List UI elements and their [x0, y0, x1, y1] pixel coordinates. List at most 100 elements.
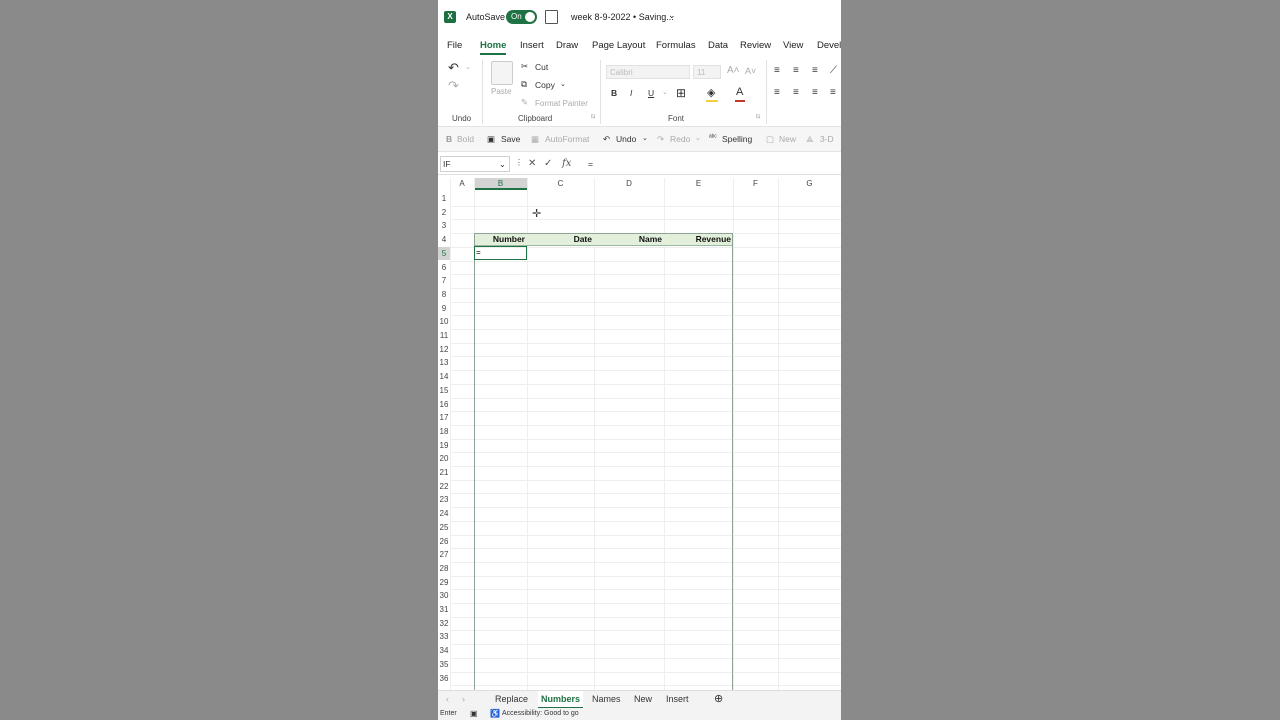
save-icon[interactable]: ▣ [487, 134, 495, 145]
dialog-launcher-icon[interactable]: ⧅ [591, 113, 595, 121]
column-header-f[interactable]: F [733, 178, 778, 190]
cut-button[interactable]: Cut [535, 62, 548, 72]
borders-icon[interactable]: ⊞ [676, 86, 686, 100]
row-header-27[interactable]: 27 [438, 548, 450, 562]
qat-spelling-button[interactable]: Spelling [722, 134, 752, 144]
row-header-24[interactable]: 24 [438, 507, 450, 521]
sheet-tab-new[interactable]: New [634, 694, 652, 704]
row-header-5[interactable]: 5 [438, 246, 450, 261]
italic-button[interactable]: I [630, 88, 632, 98]
row-header-18[interactable]: 18 [438, 425, 450, 439]
column-header-g[interactable]: G [778, 178, 841, 190]
row-header-9[interactable]: 9 [438, 302, 450, 316]
copy-icon[interactable]: ⧉ [521, 79, 527, 90]
shrink-font-icon[interactable]: A˅ [745, 66, 756, 76]
row-header-32[interactable]: 32 [438, 617, 450, 631]
row-header-4[interactable]: 4 [438, 233, 450, 247]
font-name-select[interactable]: Calibri [606, 65, 690, 79]
autoformat-icon[interactable]: ▦ [531, 134, 539, 145]
undo-icon[interactable]: ↶ [448, 60, 459, 76]
accessibility-icon[interactable]: ♿ [490, 709, 500, 718]
file-title[interactable]: week 8-9-2022 • Saving... [571, 12, 674, 22]
more-icon[interactable]: ⋮ [515, 158, 523, 167]
tab-formulas[interactable]: Formulas [656, 40, 696, 51]
chevron-down-icon[interactable]: ⌄ [560, 80, 566, 88]
align-left-icon[interactable]: ≡ [774, 87, 780, 98]
redo-icon[interactable]: ↷ [657, 134, 664, 145]
align-top-icon[interactable]: ≡ [774, 65, 780, 76]
grow-font-icon[interactable]: A˄ [727, 65, 740, 76]
row-header-34[interactable]: 34 [438, 644, 450, 658]
bold-icon[interactable]: B [446, 134, 452, 144]
row-header-11[interactable]: 11 [438, 329, 450, 343]
row-header-14[interactable]: 14 [438, 370, 450, 384]
column-header-e[interactable]: E [664, 178, 733, 190]
add-sheet-icon[interactable]: ⊕ [714, 692, 723, 705]
sheet-tab-insert[interactable]: Insert [666, 694, 689, 704]
qat-redo-button[interactable]: Redo [670, 134, 690, 144]
row-header-15[interactable]: 15 [438, 384, 450, 398]
chevron-down-icon[interactable]: ⌄ [695, 134, 701, 142]
row-header-20[interactable]: 20 [438, 452, 450, 466]
qat-bold-button[interactable]: Bold [457, 134, 474, 144]
row-header-22[interactable]: 22 [438, 480, 450, 494]
align-bottom-icon[interactable]: ≡ [812, 65, 818, 76]
cut-icon[interactable]: ✂ [521, 61, 528, 72]
align-center-icon[interactable]: ≡ [793, 87, 799, 98]
row-header-2[interactable]: 2 [438, 206, 450, 220]
indent-icon[interactable]: ≡ [830, 87, 836, 98]
format-painter-button[interactable]: Format Painter [535, 99, 588, 108]
qat-new-button[interactable]: New [779, 134, 796, 144]
bold-button[interactable]: B [611, 88, 617, 98]
row-header-21[interactable]: 21 [438, 466, 450, 480]
tab-insert[interactable]: Insert [520, 40, 544, 51]
threed-icon[interactable]: ⟁ [806, 134, 814, 145]
row-header-12[interactable]: 12 [438, 343, 450, 357]
row-header-6[interactable]: 6 [438, 261, 450, 275]
qat-3d-button[interactable]: 3-D [820, 134, 834, 144]
row-header-25[interactable]: 25 [438, 521, 450, 535]
worksheet-grid[interactable]: A B C D E F G 1 2 3 4 5 6 7 8 9 10 11 12 13 14 15 16 17 18 19 20 21… [438, 178, 841, 690]
row-header-33[interactable]: 33 [438, 630, 450, 644]
row-header-31[interactable]: 31 [438, 603, 450, 617]
chevron-down-icon[interactable]: ⌄ [499, 157, 506, 171]
row-header-10[interactable]: 10 [438, 315, 450, 329]
tab-view[interactable]: View [783, 40, 803, 51]
tab-data[interactable]: Data [708, 40, 728, 51]
active-cell[interactable]: = [474, 246, 527, 260]
spelling-icon[interactable]: ᵃᵇᶜ [709, 134, 717, 141]
tab-home[interactable]: Home [480, 40, 507, 55]
table-header-date[interactable]: Date [527, 233, 594, 246]
row-header-35[interactable]: 35 [438, 658, 450, 672]
underline-button[interactable]: U [648, 88, 654, 98]
copy-button[interactable]: Copy [535, 80, 555, 90]
chevron-down-icon[interactable]: ⌄ [662, 88, 668, 96]
row-header-8[interactable]: 8 [438, 288, 450, 302]
tab-review[interactable]: Review [740, 40, 771, 51]
chevron-down-icon[interactable]: ⌄ [668, 10, 676, 21]
row-header-19[interactable]: 19 [438, 439, 450, 453]
row-header-26[interactable]: 26 [438, 535, 450, 549]
qat-undo-button[interactable]: Undo [616, 134, 636, 144]
tab-page-layout[interactable]: Page Layout [592, 40, 645, 51]
row-header-13[interactable]: 13 [438, 356, 450, 370]
enter-icon[interactable]: ✓ [544, 158, 552, 169]
insert-function-icon[interactable]: fx [562, 158, 571, 169]
row-header-7[interactable]: 7 [438, 274, 450, 288]
table-header-revenue[interactable]: Revenue [664, 233, 733, 246]
font-color-icon[interactable]: A [736, 86, 743, 98]
fill-color-icon[interactable]: ◈ [707, 86, 715, 99]
chevron-down-icon[interactable]: ⌄ [465, 63, 471, 71]
qat-autoformat-button[interactable]: AutoFormat [545, 134, 589, 144]
row-header-36[interactable]: 36 [438, 672, 450, 686]
cancel-icon[interactable]: ✕ [528, 158, 536, 169]
tab-file[interactable]: File [447, 40, 462, 51]
align-middle-icon[interactable]: ≡ [793, 65, 799, 76]
new-icon[interactable]: ▢ [766, 134, 774, 145]
paste-icon[interactable] [491, 61, 513, 85]
tab-develo[interactable]: Develo [817, 40, 841, 51]
scroll-right-icon[interactable]: › [462, 694, 465, 704]
save-icon[interactable] [545, 10, 558, 24]
format-painter-icon[interactable]: ✎ [521, 97, 528, 108]
chevron-down-icon[interactable]: ⌄ [642, 134, 648, 142]
